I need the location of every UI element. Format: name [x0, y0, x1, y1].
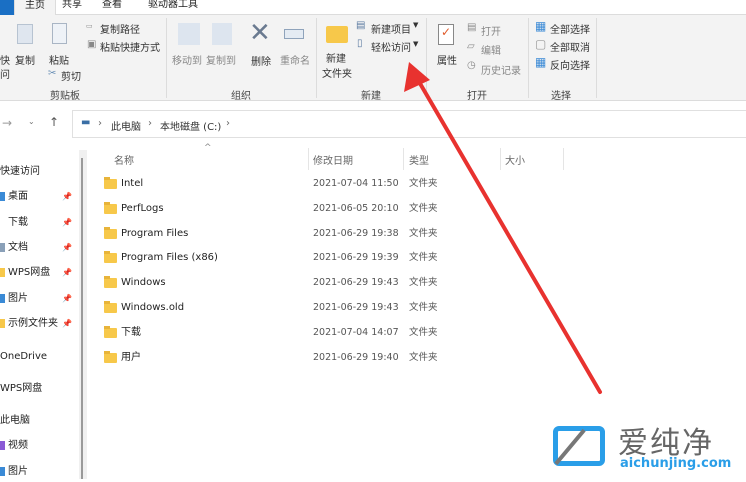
watermark-logo-icon [553, 426, 605, 466]
red-arrow-annotation [404, 62, 602, 394]
watermark-url: aichunjing.com [620, 456, 732, 471]
